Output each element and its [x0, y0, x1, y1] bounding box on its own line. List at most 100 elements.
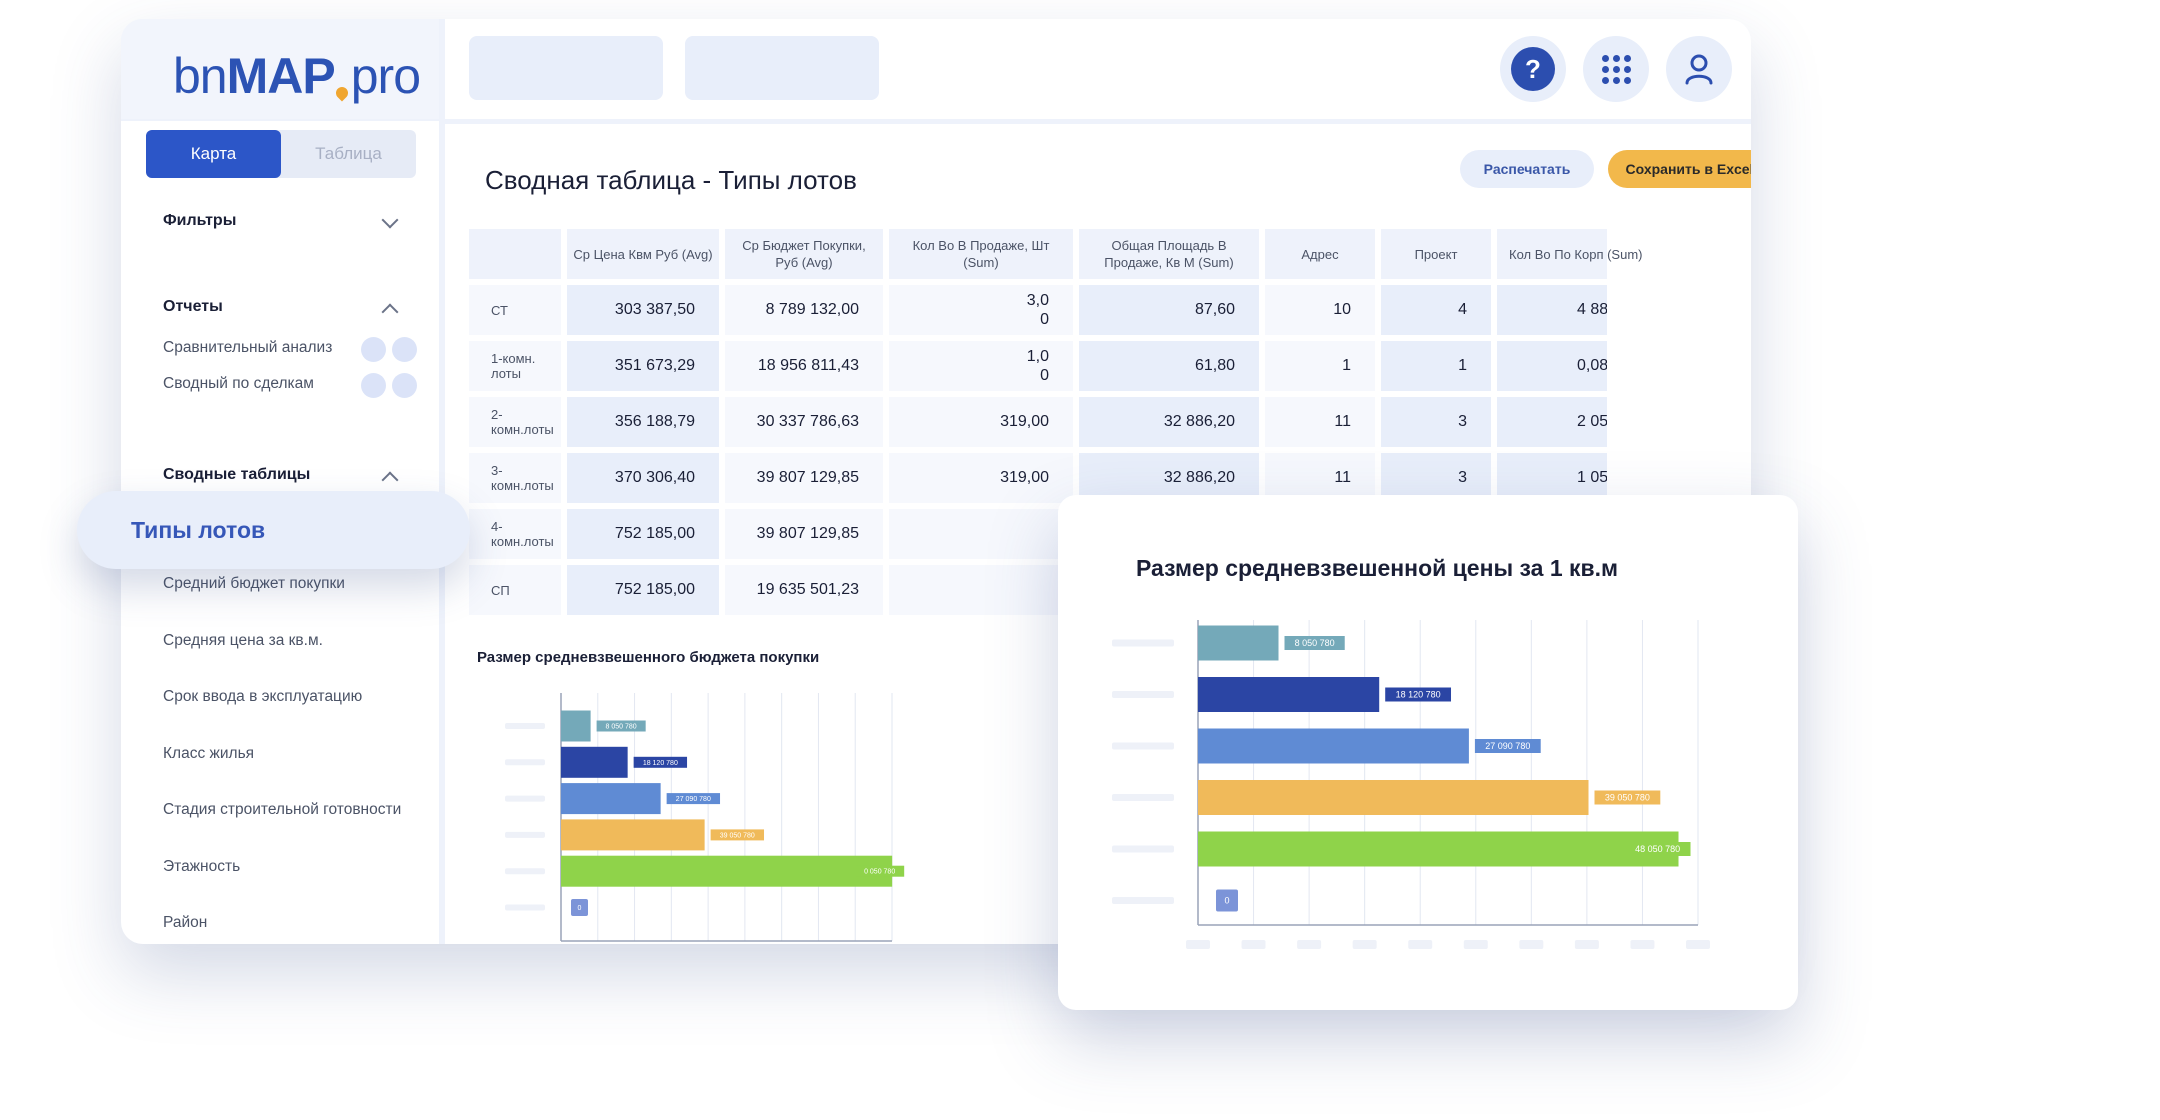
- x-tick-placeholder: [1686, 940, 1710, 949]
- filters-title[interactable]: Фильтры: [163, 212, 236, 230]
- top-placeholder-1: [469, 36, 663, 100]
- category-label-placeholder: [1112, 845, 1174, 853]
- tab-table[interactable]: Таблица: [281, 130, 416, 178]
- x-tick-placeholder: [1574, 940, 1599, 949]
- report-item-comparative[interactable]: Сравнительный анализ: [163, 339, 332, 357]
- table-cell: 1: [1265, 341, 1375, 391]
- bar: [1198, 677, 1380, 712]
- budget-chart: Размер средневзвешенного бюджета покупки…: [477, 649, 997, 944]
- cell-line: 1,0: [1026, 348, 1049, 365]
- bar: [561, 746, 628, 778]
- category-label-placeholder: [505, 868, 545, 875]
- tab-map[interactable]: Карта: [146, 130, 281, 178]
- table-cell: 0,08: [1497, 341, 1607, 391]
- data-label: 0 050 780: [864, 869, 895, 876]
- row-label: СП: [469, 565, 561, 615]
- bar: [1198, 831, 1679, 867]
- table-cell: 1: [1381, 341, 1491, 391]
- table-cell: 39 807 129,85: [725, 453, 883, 503]
- logo[interactable]: bnMAP pro: [173, 47, 421, 105]
- logo-text-bn: bn: [173, 48, 228, 104]
- pivot-item-district[interactable]: Район: [163, 914, 207, 932]
- x-tick-placeholder: [1352, 940, 1377, 949]
- table-cell: 19 635 501,23: [725, 565, 883, 615]
- table-cell: 303 387,50: [567, 285, 719, 335]
- pivot-item-commissioning[interactable]: Срок ввода в эксплуатацию: [163, 688, 362, 706]
- x-tick-placeholder: [1297, 940, 1322, 949]
- table-cell: 4 88: [1497, 285, 1607, 335]
- table-header-cell[interactable]: Проект: [1381, 229, 1491, 279]
- table-cell: 11: [1265, 397, 1375, 447]
- chart-title: Размер средневзвешенной цены за 1 кв.м: [1136, 555, 1619, 581]
- category-label-placeholder: [505, 759, 545, 766]
- table-header-cell[interactable]: Ср Бюджет Покупки, Руб (Avg): [725, 229, 883, 279]
- table-cell: 752 185,00: [567, 509, 719, 559]
- bar: [1198, 625, 1279, 661]
- budget-bar-chart: 8 050 780 18 120 780 27 090 780 39 050 780 0…: [505, 693, 905, 942]
- table-cell: 61,80: [1079, 341, 1259, 391]
- report-item-actions[interactable]: [361, 337, 417, 362]
- row-label: 3-комн.лоты: [469, 453, 561, 503]
- category-label-placeholder: [1112, 639, 1174, 647]
- pivot-item-avg-price-sqm[interactable]: Средняя цена за кв.м.: [163, 632, 323, 650]
- help-button[interactable]: ?: [1500, 36, 1566, 102]
- category-label-placeholder: [505, 904, 545, 911]
- category-label-placeholder: [1112, 742, 1174, 750]
- data-label: 48 050 780: [1635, 844, 1680, 854]
- table-cell: [889, 509, 1073, 559]
- report-item-actions[interactable]: [361, 373, 417, 398]
- pivot-tables-title[interactable]: Сводные таблицы: [163, 466, 310, 484]
- reports-title[interactable]: Отчеты: [163, 298, 223, 316]
- category-label-placeholder: [1112, 691, 1174, 698]
- x-tick-placeholder: [1186, 940, 1210, 949]
- table-cell: 30 337 786,63: [725, 397, 883, 447]
- row-label: 2-комн.лоты: [469, 397, 561, 447]
- print-button[interactable]: Распечатать: [1460, 150, 1594, 188]
- pivot-item-avg-budget[interactable]: Средний бюджет покупки: [163, 575, 345, 593]
- table-cell: 8 789 132,00: [725, 285, 883, 335]
- user-icon: [1685, 54, 1713, 85]
- data-label: 18 120 780: [643, 760, 678, 767]
- data-label: 27 090 780: [1485, 741, 1530, 751]
- user-profile-button[interactable]: [1666, 36, 1732, 102]
- bar: [1198, 780, 1589, 815]
- pivot-item-housing-class[interactable]: Класс жилья: [163, 745, 254, 763]
- apps-menu-button[interactable]: [1583, 36, 1649, 102]
- x-tick-placeholder: [1519, 940, 1544, 949]
- table-cell: 10: [1265, 285, 1375, 335]
- cell-line: 0: [1040, 367, 1049, 384]
- table-cell: 319,00: [889, 397, 1073, 447]
- table-header-cell[interactable]: Ср Цена Квм Руб (Avg): [567, 229, 719, 279]
- x-tick-placeholder: [1630, 940, 1655, 949]
- category-label-placeholder: [505, 723, 545, 729]
- table-header-cell[interactable]: Кол Во В Продаже, Шт (Sum): [889, 229, 1073, 279]
- table-cell: 370 306,40: [567, 453, 719, 503]
- category-label-placeholder: [505, 795, 545, 802]
- data-label: 39 050 780: [1605, 793, 1650, 803]
- report-item-deals[interactable]: Сводный по сделкам: [163, 375, 314, 393]
- table-cell: [889, 565, 1073, 615]
- x-tick-placeholder: [1408, 940, 1433, 949]
- data-label: 8 050 780: [1295, 638, 1335, 648]
- data-label: 8 050 780: [606, 723, 637, 730]
- table-header-cell[interactable]: Кол Во По Корп (Sum): [1497, 229, 1643, 279]
- row-label: 4-комн.лоты: [469, 509, 561, 559]
- table-header-cell[interactable]: Общая Площадь В Продаже, Кв М (Sum): [1079, 229, 1259, 279]
- table-cell: 3: [1381, 397, 1491, 447]
- category-label-placeholder: [505, 831, 545, 838]
- table-cell: 351 673,29: [567, 341, 719, 391]
- table-cell: 32 886,20: [1079, 397, 1259, 447]
- save-excel-button[interactable]: Сохранить в Excel: [1608, 150, 1751, 188]
- help-icon: ?: [1511, 47, 1555, 91]
- table-header-cell[interactable]: [469, 229, 561, 279]
- pivot-item-construction-stage[interactable]: Стадия строительной готовности: [163, 801, 401, 819]
- grid-icon: [1601, 54, 1631, 84]
- pivot-item-lot-types[interactable]: Типы лотов: [77, 491, 470, 569]
- category-label-placeholder: [1112, 897, 1174, 904]
- data-label: 27 090 780: [676, 796, 711, 803]
- cell-line: 3,0: [1026, 292, 1049, 309]
- view-toggle: Карта Таблица: [146, 130, 416, 178]
- table-cell: 752 185,00: [567, 565, 719, 615]
- pivot-item-floors[interactable]: Этажность: [163, 858, 240, 876]
- table-header-cell[interactable]: Адрес: [1265, 229, 1375, 279]
